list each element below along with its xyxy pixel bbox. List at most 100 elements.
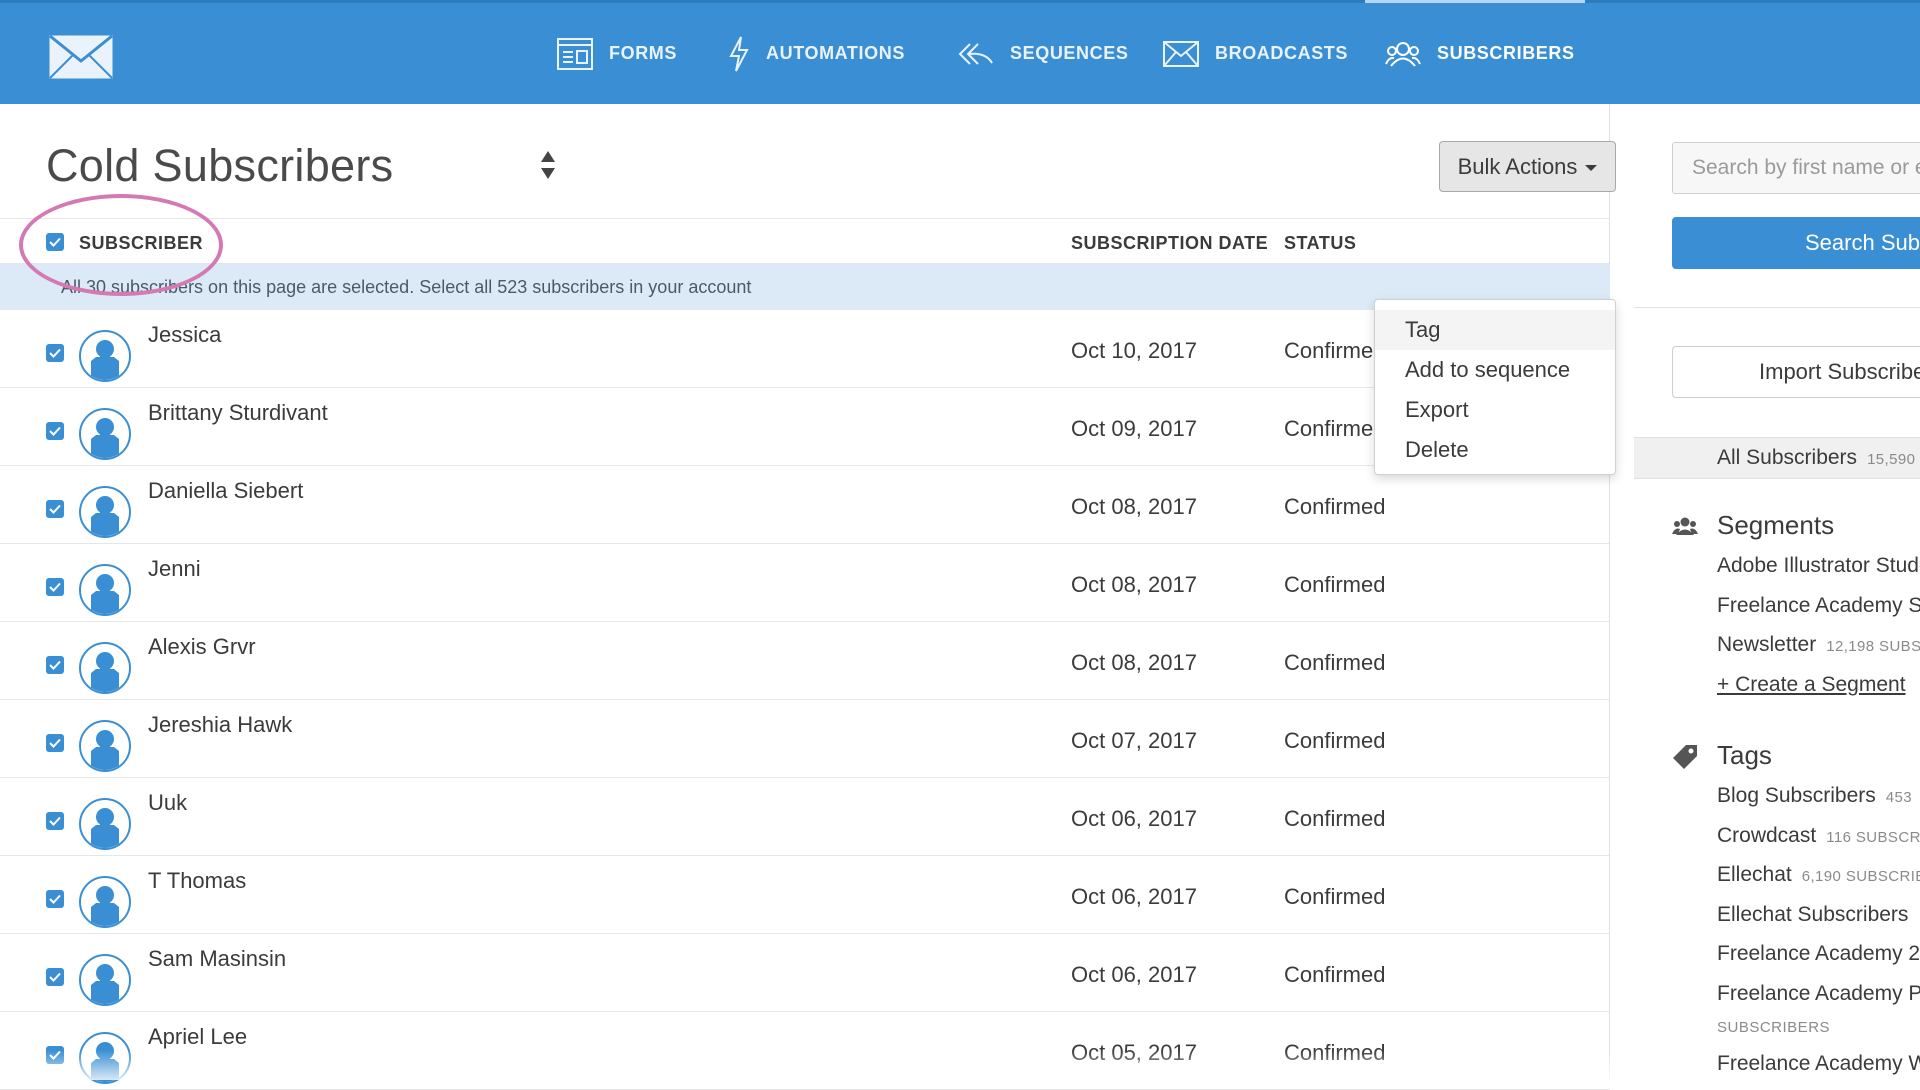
subscriber-name[interactable]: Uuk (148, 790, 187, 816)
subscriber-status: Confirmed (1284, 884, 1386, 909)
row-checkbox[interactable] (46, 578, 64, 596)
table-row[interactable]: Daniella Siebert Oct 08, 2017 Confirmed (0, 466, 1610, 544)
row-checkbox[interactable] (46, 734, 64, 752)
subscriber-name[interactable]: Jessica (148, 322, 221, 348)
subscriber-name[interactable]: Alexis Grvr (148, 634, 256, 660)
subscriber-name[interactable]: Daniella Siebert (148, 478, 303, 504)
nav-automations[interactable]: AUTOMATIONS (728, 3, 905, 104)
table-row[interactable]: T Thomas Oct 06, 2017 Confirmed (0, 856, 1610, 934)
subscriber-status: Confirmed (1284, 416, 1386, 441)
search-input[interactable]: Search by first name or email (1672, 142, 1920, 194)
subscribers-main-panel: Cold Subscribers Bulk Actions SUBSCRIBER… (0, 104, 1616, 1090)
avatar[interactable] (79, 330, 131, 382)
subscriber-name[interactable]: Sam Masinsin (148, 946, 286, 972)
menu-item-export[interactable]: Export (1375, 390, 1615, 430)
subscription-date: Oct 10, 2017 (1071, 338, 1197, 363)
avatar[interactable] (79, 720, 131, 772)
segment-item[interactable]: Adobe Illustrator Students (1717, 554, 1920, 578)
subscriber-name[interactable]: Apriel Lee (148, 1024, 247, 1050)
menu-item-delete[interactable]: Delete (1375, 430, 1615, 470)
subscription-date: Oct 08, 2017 (1071, 572, 1197, 597)
nav-broadcasts-label: BROADCASTS (1215, 43, 1349, 63)
create-segment-link[interactable]: + Create a Segment (1717, 673, 1906, 697)
nav-subscribers-label: SUBSCRIBERS (1437, 43, 1575, 63)
check-icon (49, 972, 61, 982)
select-all-checkbox[interactable] (46, 233, 64, 251)
segment-label: Newsletter (1717, 633, 1817, 656)
tag-item[interactable]: Freelance Academy 2 (1717, 942, 1920, 966)
table-row[interactable]: Jenni Oct 08, 2017 Confirmed (0, 544, 1610, 622)
nav-subscribers[interactable]: SUBSCRIBERS (1365, 0, 1585, 104)
menu-item-add-to-sequence[interactable]: Add to sequence (1375, 350, 1615, 390)
row-checkbox[interactable] (46, 500, 64, 518)
segment-selector-sort-icon[interactable] (540, 150, 556, 185)
bulk-actions-button[interactable]: Bulk Actions (1439, 141, 1616, 192)
user-avatar-icon (91, 340, 119, 380)
subscriber-name[interactable]: Jereshia Hawk (148, 712, 292, 738)
row-checkbox[interactable] (46, 890, 64, 908)
table-row[interactable]: Brittany Sturdivant Oct 09, 2017 Confirmed (0, 388, 1610, 466)
sidebar-divider (1634, 307, 1920, 308)
avatar[interactable] (79, 486, 131, 538)
subscriber-status: Confirmed (1284, 728, 1386, 753)
avatar[interactable] (79, 564, 131, 616)
selection-banner[interactable]: All 30 subscribers on this page are sele… (0, 264, 1610, 310)
search-subscribers-button[interactable]: Search Subscribers (1672, 217, 1920, 269)
segment-label: Adobe Illustrator Students (1717, 554, 1920, 577)
user-avatar-icon (91, 730, 119, 770)
segment-item[interactable]: Freelance Academy Students (1717, 594, 1920, 618)
row-checkbox[interactable] (46, 344, 64, 362)
row-checkbox[interactable] (46, 968, 64, 986)
avatar[interactable] (79, 798, 131, 850)
subscription-date: Oct 06, 2017 (1071, 962, 1197, 987)
subscription-date: Oct 06, 2017 (1071, 806, 1197, 831)
tag-item[interactable]: Freelance Academy Waitlist (1717, 1052, 1920, 1076)
subscriber-status: Confirmed (1284, 962, 1386, 987)
import-subscribers-button[interactable]: Import Subscribers (1672, 346, 1920, 398)
row-checkbox[interactable] (46, 422, 64, 440)
segment-count: 12,198 SUBSCRIBERS (1826, 638, 1920, 655)
menu-item-tag[interactable]: Tag (1375, 310, 1615, 350)
check-icon (49, 426, 61, 436)
row-checkbox[interactable] (46, 656, 64, 674)
table-row[interactable]: Jereshia Hawk Oct 07, 2017 Confirmed (0, 700, 1610, 778)
table-row[interactable]: Uuk Oct 06, 2017 Confirmed (0, 778, 1610, 856)
nav-sequences-label: SEQUENCES (1010, 43, 1129, 63)
tag-sub-label: SUBSCRIBERS (1717, 1019, 1831, 1036)
nav-forms[interactable]: FORMS (557, 3, 677, 104)
avatar[interactable] (79, 642, 131, 694)
avatar[interactable] (79, 954, 131, 1006)
user-avatar-icon (91, 964, 119, 1004)
column-header-subscription-date[interactable]: SUBSCRIPTION DATE (1071, 233, 1268, 254)
column-header-status[interactable]: STATUS (1284, 233, 1356, 254)
tag-item[interactable]: Blog Subscribers 453 (1717, 784, 1912, 808)
subscription-date: Oct 09, 2017 (1071, 416, 1197, 441)
check-icon (49, 504, 61, 514)
nav-sequences[interactable]: SEQUENCES (958, 3, 1128, 104)
tag-item[interactable]: Ellechat 6,190 SUBSCRIBERS (1717, 863, 1920, 887)
table-row[interactable]: Jessica Oct 10, 2017 Confirmed (0, 310, 1610, 388)
segment-item[interactable]: Newsletter 12,198 SUBSCRIBERS (1717, 633, 1920, 657)
subscriber-name[interactable]: T Thomas (148, 868, 246, 894)
subscriber-name[interactable]: Jenni (148, 556, 201, 582)
all-subscribers-item[interactable]: All Subscribers 15,590 (1634, 437, 1920, 479)
table-row[interactable]: Sam Masinsin Oct 06, 2017 Confirmed (0, 934, 1610, 1012)
row-checkbox[interactable] (46, 812, 64, 830)
all-subscribers-count: 15,590 (1867, 451, 1916, 468)
check-icon (49, 660, 61, 670)
subscriber-name[interactable]: Brittany Sturdivant (148, 400, 328, 426)
nav-automations-label: AUTOMATIONS (766, 43, 905, 63)
avatar[interactable] (79, 408, 131, 460)
bulk-actions-menu: Tag Add to sequence Export Delete (1374, 299, 1616, 475)
column-header-subscriber[interactable]: SUBSCRIBER (79, 233, 203, 254)
table-row[interactable]: Alexis Grvr Oct 08, 2017 Confirmed (0, 622, 1610, 700)
tag-item[interactable]: Crowdcast 116 SUBSCRIBERS (1717, 824, 1920, 848)
nav-broadcasts[interactable]: BROADCASTS (1163, 3, 1348, 104)
tag-item[interactable]: Ellechat Subscribers (1717, 903, 1908, 927)
user-avatar-icon (91, 652, 119, 692)
tag-label: Ellechat Subscribers (1717, 903, 1909, 926)
tag-item[interactable]: Freelance Academy Prospects (1717, 982, 1920, 1006)
avatar[interactable] (79, 876, 131, 928)
reply-all-icon (958, 42, 993, 65)
user-avatar-icon (91, 496, 119, 536)
